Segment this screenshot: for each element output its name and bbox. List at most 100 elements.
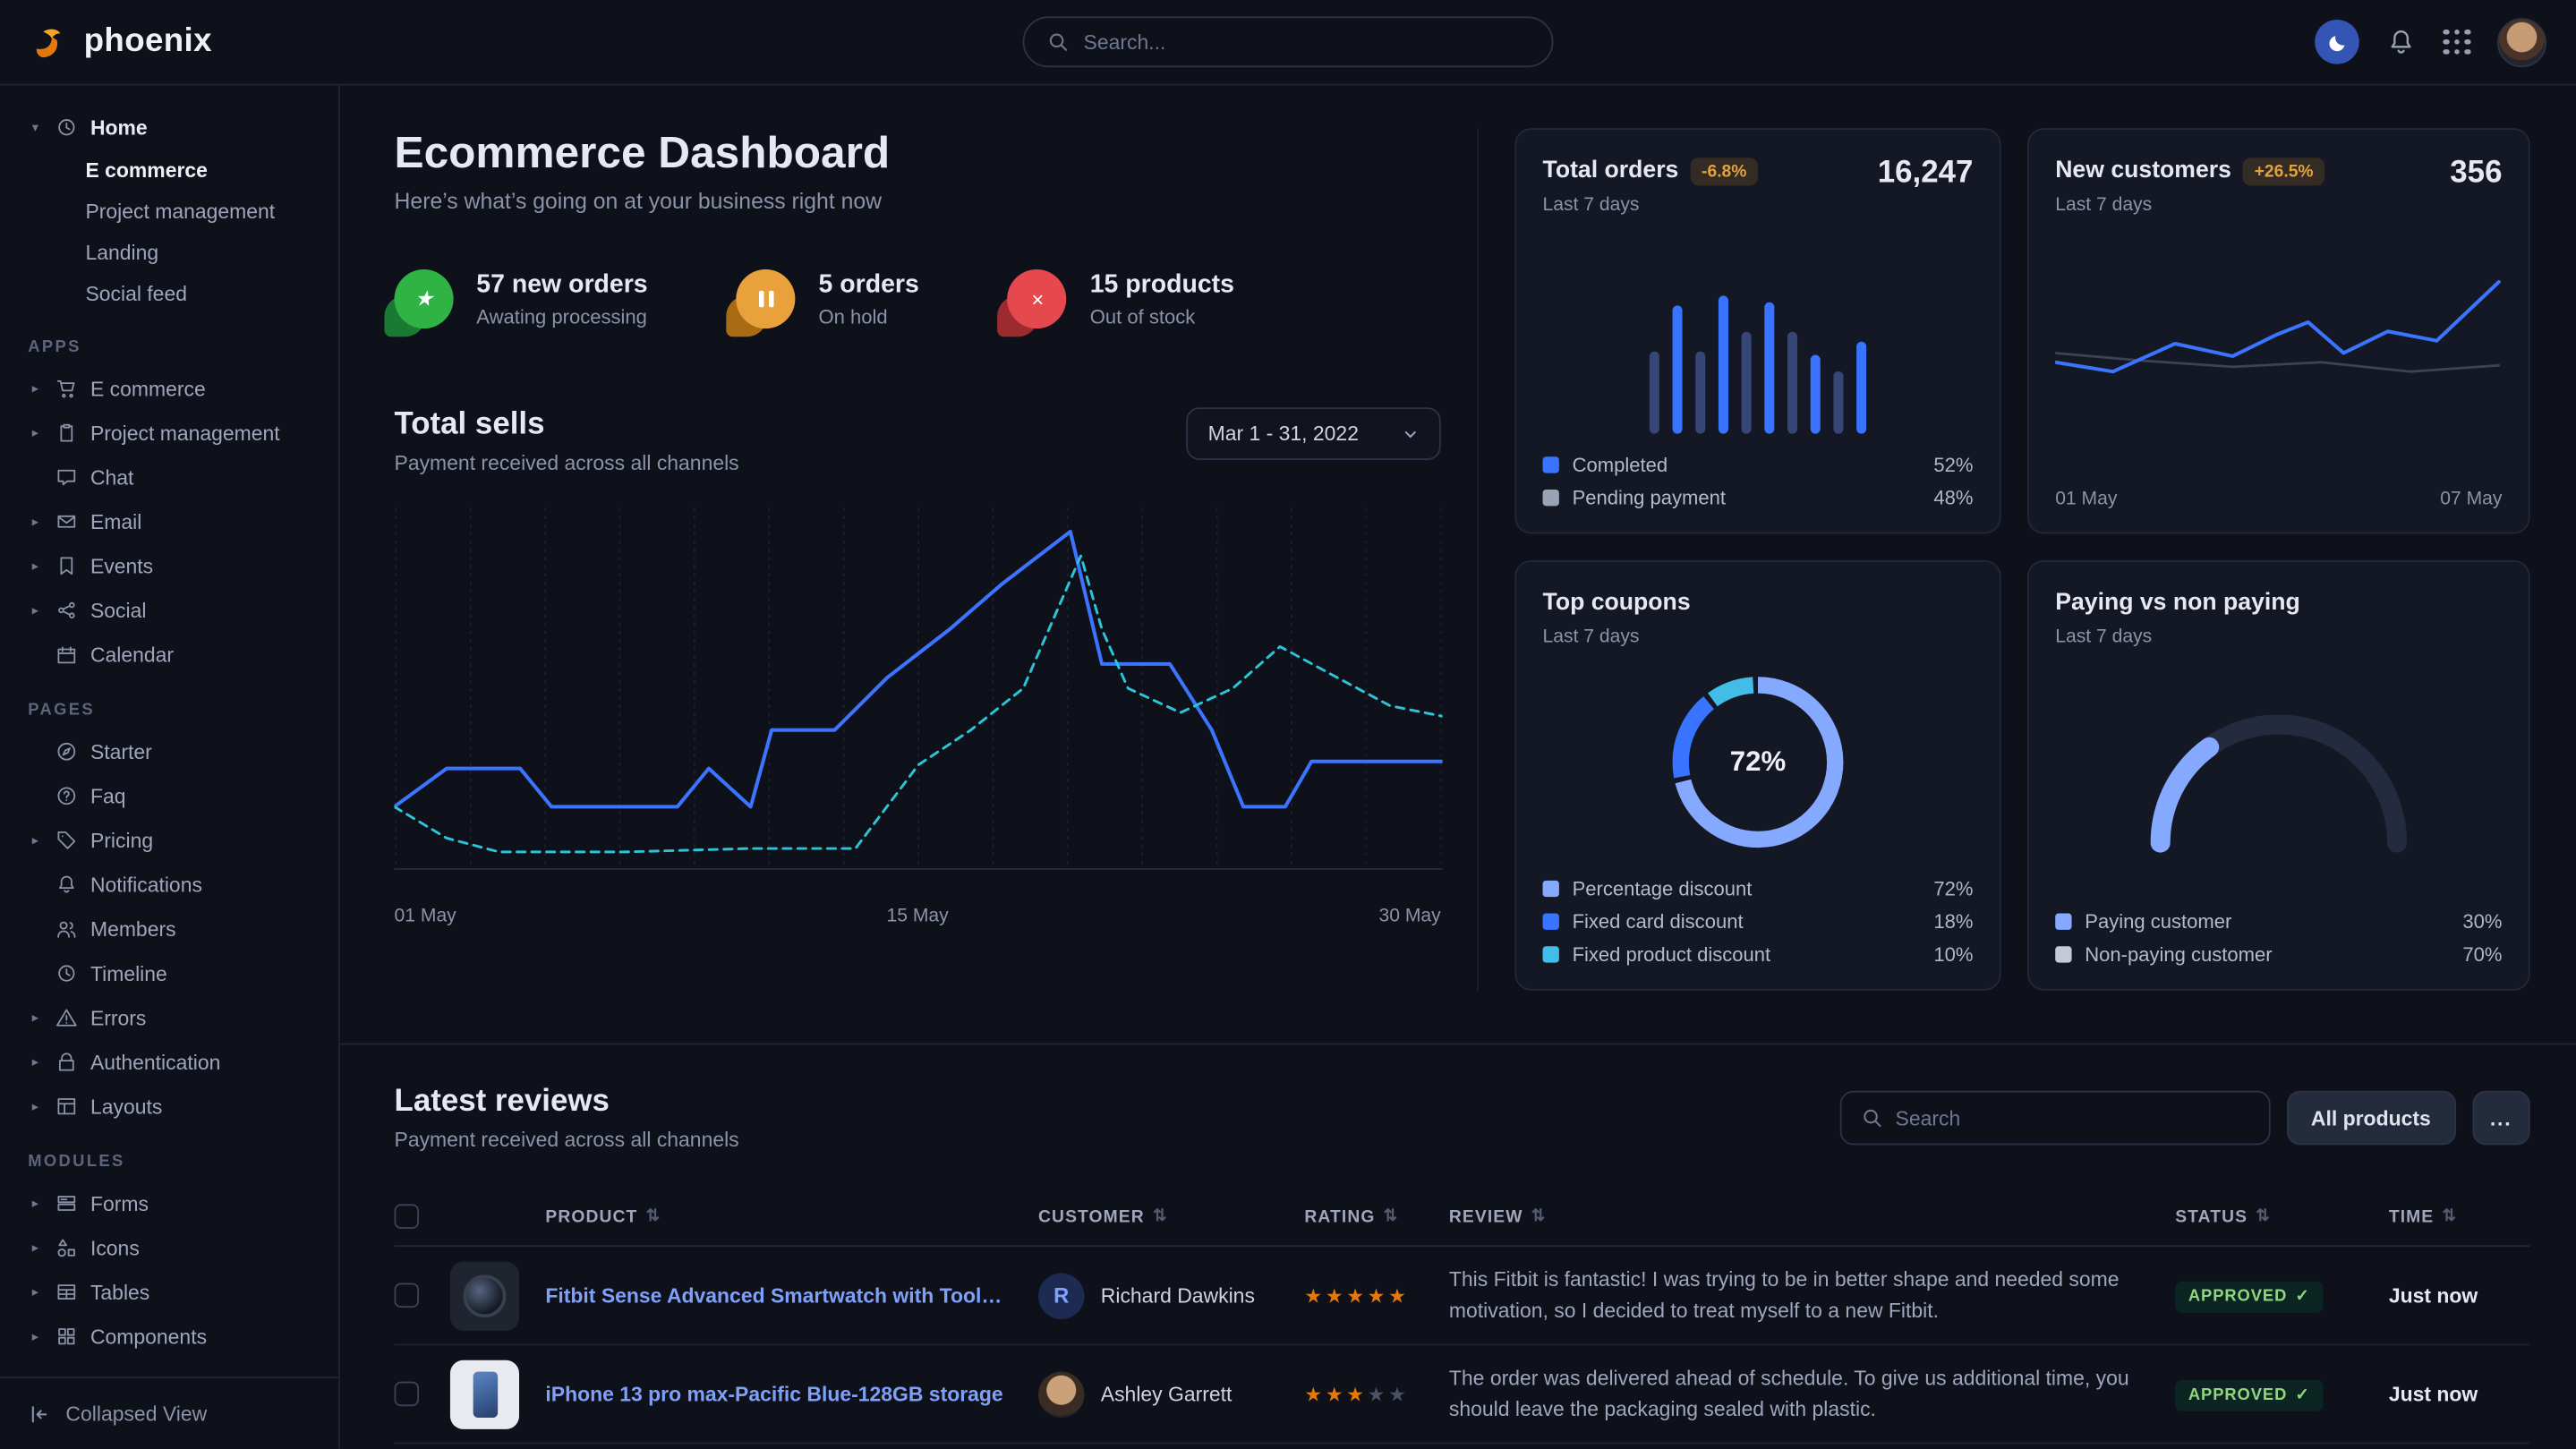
column-header-customer[interactable]: CUSTOMER⇅ — [1038, 1206, 1304, 1226]
sidebar-item-calendar[interactable]: Calendar — [0, 633, 338, 678]
column-header-rating[interactable]: RATING⇅ — [1304, 1206, 1449, 1226]
sidebar-item-social[interactable]: ▸Social — [0, 588, 338, 633]
sidebar-item-members[interactable]: Members — [0, 907, 338, 951]
column-header-status[interactable]: STATUS ⇅ — [2175, 1206, 2389, 1226]
sidebar-item-home[interactable]: ▾ Home — [0, 105, 338, 149]
rating-stars: ★★★★★ — [1304, 1383, 1449, 1406]
sidebar-item-label: Notifications — [90, 874, 202, 897]
sidebar-section-apps: APPS — [0, 314, 338, 367]
latest-reviews-section: Latest reviews Payment received across a… — [395, 1044, 2530, 1449]
question-icon — [55, 785, 80, 806]
sidebar-item-authentication[interactable]: ▸Authentication — [0, 1040, 338, 1085]
sidebar-section-modules: MODULES — [0, 1129, 338, 1181]
chevron-right-icon: ▸ — [28, 515, 43, 530]
user-avatar[interactable] — [2497, 17, 2546, 66]
stat-value: 5 orders — [819, 270, 919, 300]
sidebar-item-e-commerce[interactable]: ▸E commerce — [0, 366, 338, 411]
search-icon — [1861, 1107, 1882, 1129]
navbar-search-input[interactable] — [1084, 30, 1529, 54]
collapsed-view-toggle[interactable]: Collapsed View — [0, 1377, 338, 1449]
sidebar-item-label: Social — [90, 599, 146, 622]
sidebar-item-project-management[interactable]: ▸Project management — [0, 411, 338, 456]
mail-icon — [55, 511, 80, 533]
legend-label: Percentage discount — [1573, 877, 1753, 900]
card-period: Last 7 days — [1543, 195, 1759, 215]
sidebar-item-notifications[interactable]: Notifications — [0, 863, 338, 908]
notifications-button[interactable] — [2385, 26, 2417, 57]
apps-grid-button[interactable] — [2443, 30, 2470, 55]
sidebar-item-pricing[interactable]: ▸Pricing — [0, 818, 338, 863]
reviews-table: PRODUCT⇅CUSTOMER⇅RATING⇅REVIEW ⇅ STATUS ⇅ TI… — [395, 1188, 2530, 1449]
product-link[interactable]: iPhone 13 pro max-Pacific Blue-128GB sto… — [545, 1383, 1038, 1406]
column-header-product[interactable]: PRODUCT⇅ — [545, 1206, 1038, 1226]
x-axis-tick: 07 May — [2440, 490, 2502, 509]
more-options-button[interactable]: ... — [2472, 1091, 2530, 1146]
chevron-down-icon: ▾ — [28, 120, 43, 135]
sidebar-item-timeline[interactable]: Timeline — [0, 951, 338, 996]
chevron-right-icon: ▸ — [28, 1284, 43, 1300]
theme-toggle-button[interactable] — [2315, 20, 2359, 64]
sidebar-subitem-social-feed[interactable]: Social feed — [0, 273, 338, 314]
brand-name: phoenix — [84, 23, 212, 61]
brand-logo[interactable]: phoenix — [30, 21, 212, 63]
legend-label: Pending payment — [1573, 486, 1726, 509]
users-icon — [55, 918, 80, 940]
sidebar-item-forms[interactable]: ▸Forms — [0, 1181, 338, 1226]
navbar-search[interactable] — [1023, 16, 1554, 67]
sidebar-item-email[interactable]: ▸Email — [0, 499, 338, 544]
sort-icon: ⇅ — [1531, 1207, 1546, 1225]
sidebar-item-label: Faq — [90, 784, 126, 807]
layout-icon — [55, 1095, 80, 1117]
sidebar-subitem-project-management[interactable]: Project management — [0, 191, 338, 232]
paying-legend-item: Paying customer30% — [2055, 910, 2502, 933]
star-icon: ★ — [395, 269, 454, 328]
row-checkbox[interactable] — [395, 1382, 420, 1407]
card-title: Total orders — [1543, 158, 1679, 183]
reviews-search-input[interactable] — [1896, 1106, 2249, 1129]
status-badge: APPROVED✓ — [2175, 1379, 2323, 1411]
table-row: Fitbit Sense Advanced Smartwatch with To… — [395, 1247, 2530, 1345]
card-value: 16,247 — [1878, 156, 1974, 192]
column-header-time[interactable]: TIME⇅ — [2389, 1206, 2530, 1226]
form-icon — [55, 1193, 80, 1215]
sidebar-item-components[interactable]: ▸Components — [0, 1314, 338, 1359]
sidebar-subitem-e-commerce[interactable]: E commerce — [0, 149, 338, 191]
header-checkbox[interactable] — [395, 1204, 420, 1229]
sidebar: ▾ Home E commerceProject managementLandi… — [0, 85, 340, 1448]
sidebar-item-starter[interactable]: Starter — [0, 729, 338, 774]
chevron-right-icon: ▸ — [28, 1196, 43, 1211]
product-thumbnail — [450, 1360, 519, 1428]
sidebar-item-errors[interactable]: ▸Errors — [0, 995, 338, 1040]
column-header-label: STATUS — [2175, 1206, 2248, 1226]
review-text: The order was delivered ahead of schedul… — [1449, 1364, 2175, 1424]
sidebar-item-chat[interactable]: Chat — [0, 455, 338, 499]
sidebar-item-faq[interactable]: Faq — [0, 774, 338, 819]
sidebar-item-label: Icons — [90, 1236, 140, 1259]
clipboard-icon — [55, 422, 80, 444]
clock-icon — [55, 963, 80, 984]
sidebar-item-icons[interactable]: ▸Icons — [0, 1225, 338, 1270]
legend-label: Paying customer — [2085, 910, 2231, 933]
rating-stars: ★★★★★ — [1304, 1283, 1449, 1307]
date-range-select[interactable]: Mar 1 - 31, 2022 — [1187, 407, 1441, 460]
sidebar-subitem-landing[interactable]: Landing — [0, 232, 338, 273]
close-icon: × — [1008, 269, 1067, 328]
orders-legend-item: Completed52% — [1543, 454, 1974, 477]
x-axis-tick: 15 May — [887, 907, 949, 926]
collapse-icon — [28, 1402, 51, 1426]
all-products-button[interactable]: All products — [2286, 1091, 2455, 1146]
sidebar-item-label: Project management — [90, 422, 280, 445]
sidebar-item-events[interactable]: ▸Events — [0, 544, 338, 589]
product-link[interactable]: Fitbit Sense Advanced Smartwatch with To… — [545, 1283, 1038, 1307]
sidebar-item-layouts[interactable]: ▸Layouts — [0, 1084, 338, 1129]
sort-icon: ⇅ — [2256, 1207, 2270, 1225]
sidebar-item-tables[interactable]: ▸Tables — [0, 1270, 338, 1315]
bell-icon — [55, 874, 80, 895]
navbar-actions — [2315, 17, 2546, 66]
row-checkbox[interactable] — [395, 1283, 420, 1308]
reviews-search[interactable] — [1839, 1091, 2270, 1146]
legend-label: Non-paying customer — [2085, 943, 2272, 967]
column-header-label: REVIEW — [1449, 1206, 1523, 1226]
column-header-review[interactable]: REVIEW ⇅ — [1449, 1206, 2175, 1226]
total-sells-subtitle: Payment received across all channels — [395, 452, 739, 475]
